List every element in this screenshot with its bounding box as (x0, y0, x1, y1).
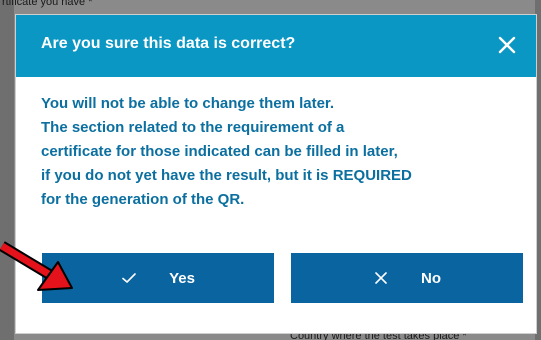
dialog-message-line: certificate for those indicated can be f… (41, 143, 398, 160)
yes-button-label: Yes (169, 269, 195, 287)
no-button-label: No (421, 269, 441, 287)
background-field-label-top: rtificate you have * (2, 0, 93, 8)
dialog-message-line: You will not be able to change them late… (41, 95, 335, 112)
confirmation-dialog: Are you sure this data is correct? You w… (15, 14, 537, 334)
dialog-title: Are you sure this data is correct? (41, 35, 296, 52)
dialog-header: Are you sure this data is correct? (16, 15, 536, 77)
dialog-message-line: if you do not yet have the result, but i… (41, 167, 412, 184)
dialog-message-line: The section related to the requirement o… (41, 119, 345, 136)
red-arrow-annotation-icon (0, 241, 73, 291)
check-icon (121, 270, 137, 286)
close-icon (498, 36, 516, 54)
x-icon (373, 270, 389, 286)
dialog-message: You will not be able to change them late… (41, 92, 521, 212)
dialog-message-line: for the generation of the QR. (41, 191, 245, 208)
close-button[interactable] (492, 30, 522, 60)
no-button[interactable]: No (291, 253, 523, 303)
